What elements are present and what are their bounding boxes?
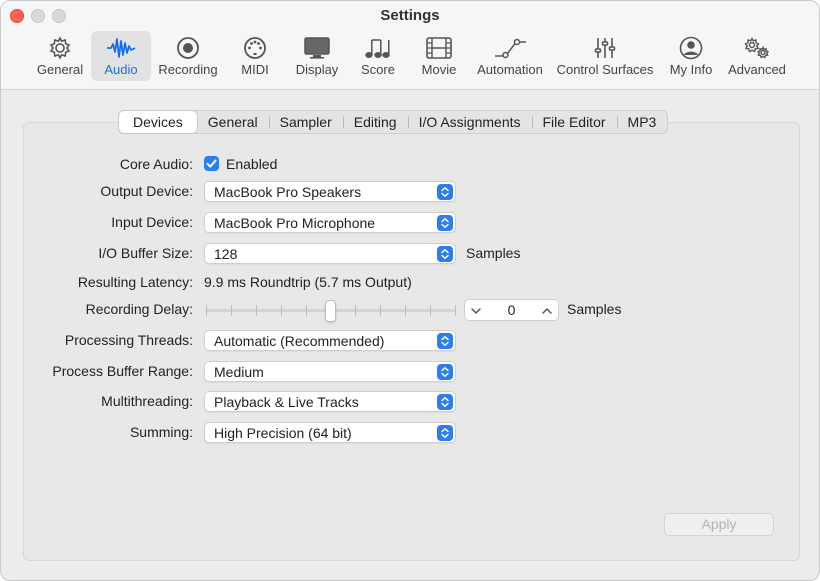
toolbar-movie-label: Movie xyxy=(421,62,457,77)
midi-port-icon xyxy=(244,37,266,59)
gear-icon xyxy=(49,36,71,60)
process-buffer-range-label: Process Buffer Range: xyxy=(52,363,193,379)
multithreading-label: Multithreading: xyxy=(101,393,193,409)
tab-general[interactable]: General xyxy=(197,111,269,133)
processing-threads-value: Automatic (Recommended) xyxy=(214,333,385,349)
toolbar-audio[interactable]: Audio xyxy=(91,31,151,81)
toolbar-midi[interactable]: MIDI xyxy=(231,31,279,81)
io-buffer-size-select[interactable]: 128 xyxy=(204,243,456,264)
updown-chevron-icon xyxy=(437,246,453,262)
toolbar-audio-label: Audio xyxy=(104,62,138,77)
toolbar-general[interactable]: General xyxy=(35,31,85,81)
display-icon xyxy=(304,37,330,59)
core-audio-enabled-checkbox[interactable] xyxy=(204,156,219,171)
slider-tick xyxy=(430,305,431,316)
process-buffer-range-value: Medium xyxy=(214,364,264,380)
toolbar-control-surfaces[interactable]: Control Surfaces xyxy=(555,31,655,81)
core-audio-label: Core Audio: xyxy=(119,156,193,172)
slider-tick xyxy=(405,305,406,316)
output-device-label: Output Device: xyxy=(100,183,193,199)
music-notes-icon xyxy=(365,39,390,58)
slider-tick xyxy=(206,305,207,316)
toolbar-display[interactable]: Display xyxy=(291,31,343,81)
updown-chevron-icon xyxy=(437,364,453,380)
summing-select[interactable]: High Precision (64 bit) xyxy=(204,422,456,443)
multithreading-select[interactable]: Playback & Live Tracks xyxy=(204,391,456,412)
film-icon xyxy=(426,37,452,59)
slider-tick xyxy=(306,305,307,316)
title-bar: Settings General Audio Recording MIDI Di… xyxy=(1,1,819,90)
toolbar-movie[interactable]: Movie xyxy=(415,31,463,81)
updown-chevron-icon xyxy=(437,184,453,200)
gears-icon xyxy=(744,37,770,59)
toolbar-recording-label: Recording xyxy=(158,62,218,77)
toolbar-display-label: Display xyxy=(295,62,339,77)
updown-chevron-icon xyxy=(437,425,453,441)
io-buffer-size-label: I/O Buffer Size: xyxy=(98,245,193,261)
settings-tab-bar: Devices General Sampler Editing I/O Assi… xyxy=(118,110,669,134)
process-buffer-range-select[interactable]: Medium xyxy=(204,361,456,382)
summing-value: High Precision (64 bit) xyxy=(214,425,352,441)
toolbar-my-info[interactable]: My Info xyxy=(665,31,717,81)
summing-label: Summing: xyxy=(129,424,193,440)
toolbar-score-label: Score xyxy=(361,62,395,77)
record-icon xyxy=(177,37,199,59)
io-buffer-size-value: 128 xyxy=(214,246,238,262)
slider-tick xyxy=(380,305,381,316)
toolbar-control-surfaces-label: Control Surfaces xyxy=(556,62,654,77)
toolbar-recording[interactable]: Recording xyxy=(157,31,219,81)
toolbar-automation-label: Automation xyxy=(477,62,543,77)
io-buffer-size-unit: Samples xyxy=(466,245,521,261)
settings-window: Settings General Audio Recording MIDI Di… xyxy=(0,0,820,581)
toolbar-general-label: General xyxy=(36,62,84,77)
toolbar-my-info-label: My Info xyxy=(669,62,713,77)
tab-editing[interactable]: Editing xyxy=(342,111,408,133)
input-device-value: MacBook Pro Microphone xyxy=(214,215,376,231)
slider-tick xyxy=(231,305,232,316)
core-audio-enabled-label[interactable]: Enabled xyxy=(226,156,277,172)
slider-tick xyxy=(256,305,257,316)
slider-tick xyxy=(281,305,282,316)
tab-sampler[interactable]: Sampler xyxy=(268,111,343,133)
multithreading-value: Playback & Live Tracks xyxy=(214,394,359,410)
tab-mp3[interactable]: MP3 xyxy=(616,111,668,133)
person-icon xyxy=(679,36,703,60)
recording-delay-label: Recording Delay: xyxy=(85,301,193,317)
chevron-up-icon[interactable] xyxy=(541,304,553,322)
toolbar-midi-label: MIDI xyxy=(241,62,269,77)
checkmark-icon xyxy=(206,159,217,168)
tab-io-assignments[interactable]: I/O Assignments xyxy=(407,111,532,133)
automation-curve-icon xyxy=(495,38,526,59)
recording-delay-stepper[interactable]: 0 xyxy=(464,299,559,321)
waveform-icon xyxy=(107,38,136,58)
apply-button[interactable]: Apply xyxy=(664,513,774,536)
tab-devices[interactable]: Devices xyxy=(119,111,197,133)
recording-delay-unit: Samples xyxy=(567,301,622,317)
toolbar-advanced-label: Advanced xyxy=(728,62,786,77)
processing-threads-select[interactable]: Automatic (Recommended) xyxy=(204,330,456,351)
output-device-value: MacBook Pro Speakers xyxy=(214,184,362,200)
resulting-latency-value: 9.9 ms Roundtrip (5.7 ms Output) xyxy=(204,274,412,290)
updown-chevron-icon xyxy=(437,333,453,349)
toolbar-score[interactable]: Score xyxy=(355,31,401,81)
tab-file-editor[interactable]: File Editor xyxy=(531,111,617,133)
processing-threads-label: Processing Threads: xyxy=(64,332,193,348)
toolbar-advanced[interactable]: Advanced xyxy=(727,31,787,81)
recording-delay-slider-thumb[interactable] xyxy=(325,300,336,322)
toolbar-automation[interactable]: Automation xyxy=(475,31,545,81)
input-device-label: Input Device: xyxy=(111,214,193,230)
updown-chevron-icon xyxy=(437,215,453,231)
resulting-latency-label: Resulting Latency: xyxy=(77,274,193,290)
input-device-select[interactable]: MacBook Pro Microphone xyxy=(204,212,456,233)
window-title: Settings xyxy=(380,7,440,24)
updown-chevron-icon xyxy=(437,394,453,410)
faders-icon xyxy=(594,38,616,58)
slider-tick xyxy=(355,305,356,316)
slider-tick xyxy=(455,305,456,316)
output-device-select[interactable]: MacBook Pro Speakers xyxy=(204,181,456,202)
